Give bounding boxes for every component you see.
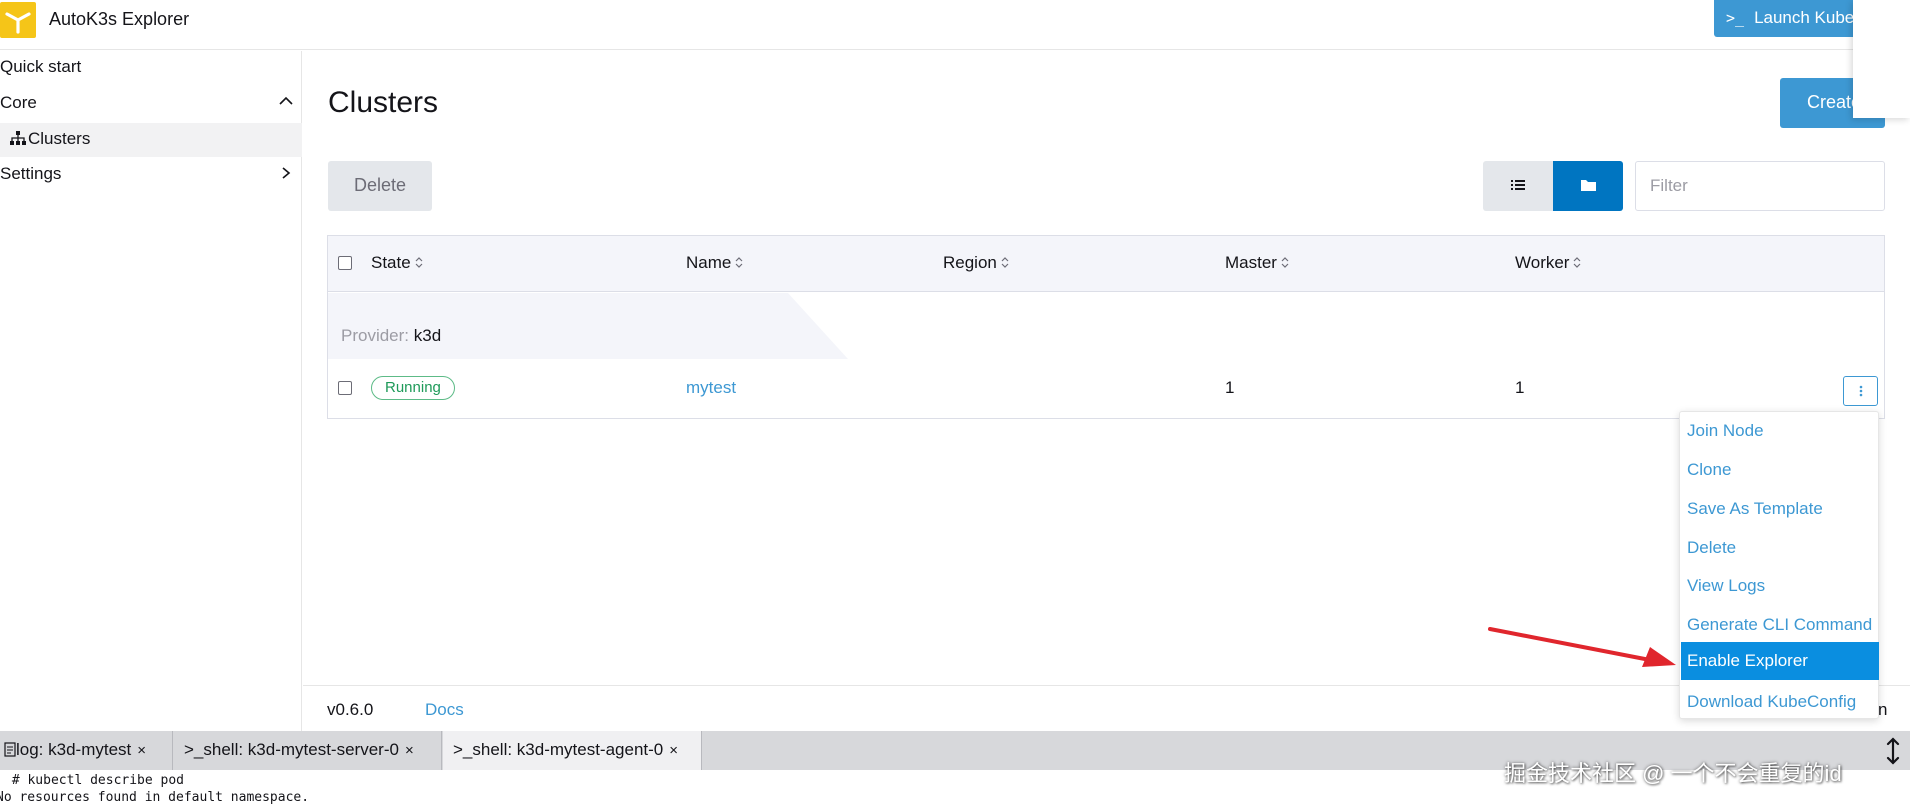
cluster-worker-count: 1 [1515, 378, 1525, 397]
row-checkbox[interactable] [338, 381, 352, 395]
cluster-name-link[interactable]: mytest [686, 378, 736, 398]
close-icon[interactable]: × [669, 742, 678, 759]
watermark-text: 掘金技术社区 @ 一个不会重复的id [1504, 761, 1842, 786]
sidebar-item-label: Settings [0, 164, 62, 183]
group-label: Provider: k3d [341, 326, 442, 345]
sidebar: Quick start Core Clusters Settings [0, 51, 302, 731]
sort-icon [1574, 257, 1581, 268]
sort-icon [1281, 257, 1289, 268]
overlay-panel [1853, 0, 1910, 118]
row-actions-button[interactable] [1843, 376, 1878, 406]
terminal-tab-server-shell[interactable]: >_shell: k3d-mytest-server-0 × [174, 731, 442, 770]
group-view-toggle[interactable] [1553, 161, 1623, 211]
app-title: AutoK3s Explorer [49, 9, 190, 29]
menu-item-enable-explorer[interactable]: Enable Explorer [1681, 642, 1879, 680]
launch-kubectl-label: Launch Kube [1754, 8, 1855, 27]
chevron-right-icon[interactable] [278, 166, 294, 180]
logo-icon [5, 12, 31, 34]
close-icon[interactable]: × [405, 742, 414, 759]
menu-item-generate-cli-command[interactable]: Generate CLI Command [1681, 606, 1879, 644]
page-title: Clusters [328, 86, 439, 119]
sidebar-item-quick-start[interactable]: Quick start [0, 51, 302, 85]
terminal-line: No resources found in default namespace. [0, 790, 310, 805]
table-row: Running mytest 1 1 [328, 359, 1884, 418]
menu-item-clone[interactable]: Clone [1681, 451, 1879, 489]
column-header-region[interactable]: Region [943, 253, 1010, 273]
sort-icon [735, 257, 743, 268]
sort-icon [1001, 257, 1009, 268]
cluster-tree-icon [10, 131, 26, 145]
kebab-icon [1859, 385, 1863, 397]
app-header: AutoK3s Explorer >_ Launch Kube [0, 0, 1910, 50]
column-header-state[interactable]: State [371, 253, 424, 273]
terminal-prompt-icon: >_ [1726, 9, 1745, 27]
filter-input[interactable] [1635, 161, 1885, 211]
terminal-line: # kubectl describe pod [4, 773, 185, 788]
menu-item-view-logs[interactable]: View Logs [1681, 567, 1879, 605]
annotation-arrow-icon [1488, 627, 1676, 667]
cluster-master-count: 1 [1225, 378, 1235, 397]
sidebar-item-clusters[interactable]: Clusters [0, 123, 302, 157]
folder-icon [1581, 180, 1596, 191]
list-icon [1511, 180, 1525, 190]
sidebar-item-label: Core [0, 93, 37, 112]
menu-item-save-as-template[interactable]: Save As Template [1681, 490, 1879, 528]
docs-link[interactable]: Docs [425, 700, 464, 720]
menu-item-download-kubeconfig[interactable]: Download KubeConfig [1681, 683, 1879, 721]
footer-tail-text: n [1878, 700, 1888, 719]
sidebar-item-label: Quick start [0, 57, 82, 76]
select-all-checkbox[interactable] [338, 256, 352, 270]
terminal-tab-log[interactable]: log: k3d-mytest × [0, 731, 173, 770]
chevron-up-icon[interactable] [278, 95, 294, 107]
sidebar-group-core[interactable]: Core [0, 87, 302, 121]
column-header-worker[interactable]: Worker [1515, 253, 1582, 273]
close-icon[interactable]: × [137, 742, 146, 759]
sort-icon [415, 257, 423, 268]
list-view-toggle[interactable] [1483, 161, 1553, 211]
column-header-name[interactable]: Name [686, 253, 744, 273]
column-header-master[interactable]: Master [1225, 253, 1290, 273]
delete-button[interactable]: Delete [328, 161, 432, 211]
page-footer: v0.6.0 Docs n [303, 685, 1910, 731]
status-badge: Running [371, 376, 455, 400]
terminal-tab-agent-shell[interactable]: >_shell: k3d-mytest-agent-0 × [443, 731, 702, 770]
menu-item-join-node[interactable]: Join Node [1681, 412, 1879, 450]
version-label: v0.6.0 [327, 700, 374, 719]
resize-handle-icon[interactable] [1886, 737, 1900, 765]
row-actions-menu: Join Node Clone Save As Template Delete … [1679, 411, 1879, 719]
group-row-provider: Provider: k3d [328, 293, 1884, 359]
sidebar-item-label: Clusters [28, 129, 91, 148]
group-tab-notch [788, 293, 1884, 359]
table-header: State Name Region Master Worker [328, 236, 1884, 292]
clusters-table: State Name Region Master Worker Provider… [327, 235, 1885, 419]
document-icon [4, 742, 16, 757]
menu-item-delete[interactable]: Delete [1681, 529, 1879, 567]
autok3s-logo[interactable] [0, 2, 36, 38]
sidebar-group-settings[interactable]: Settings [0, 158, 302, 192]
